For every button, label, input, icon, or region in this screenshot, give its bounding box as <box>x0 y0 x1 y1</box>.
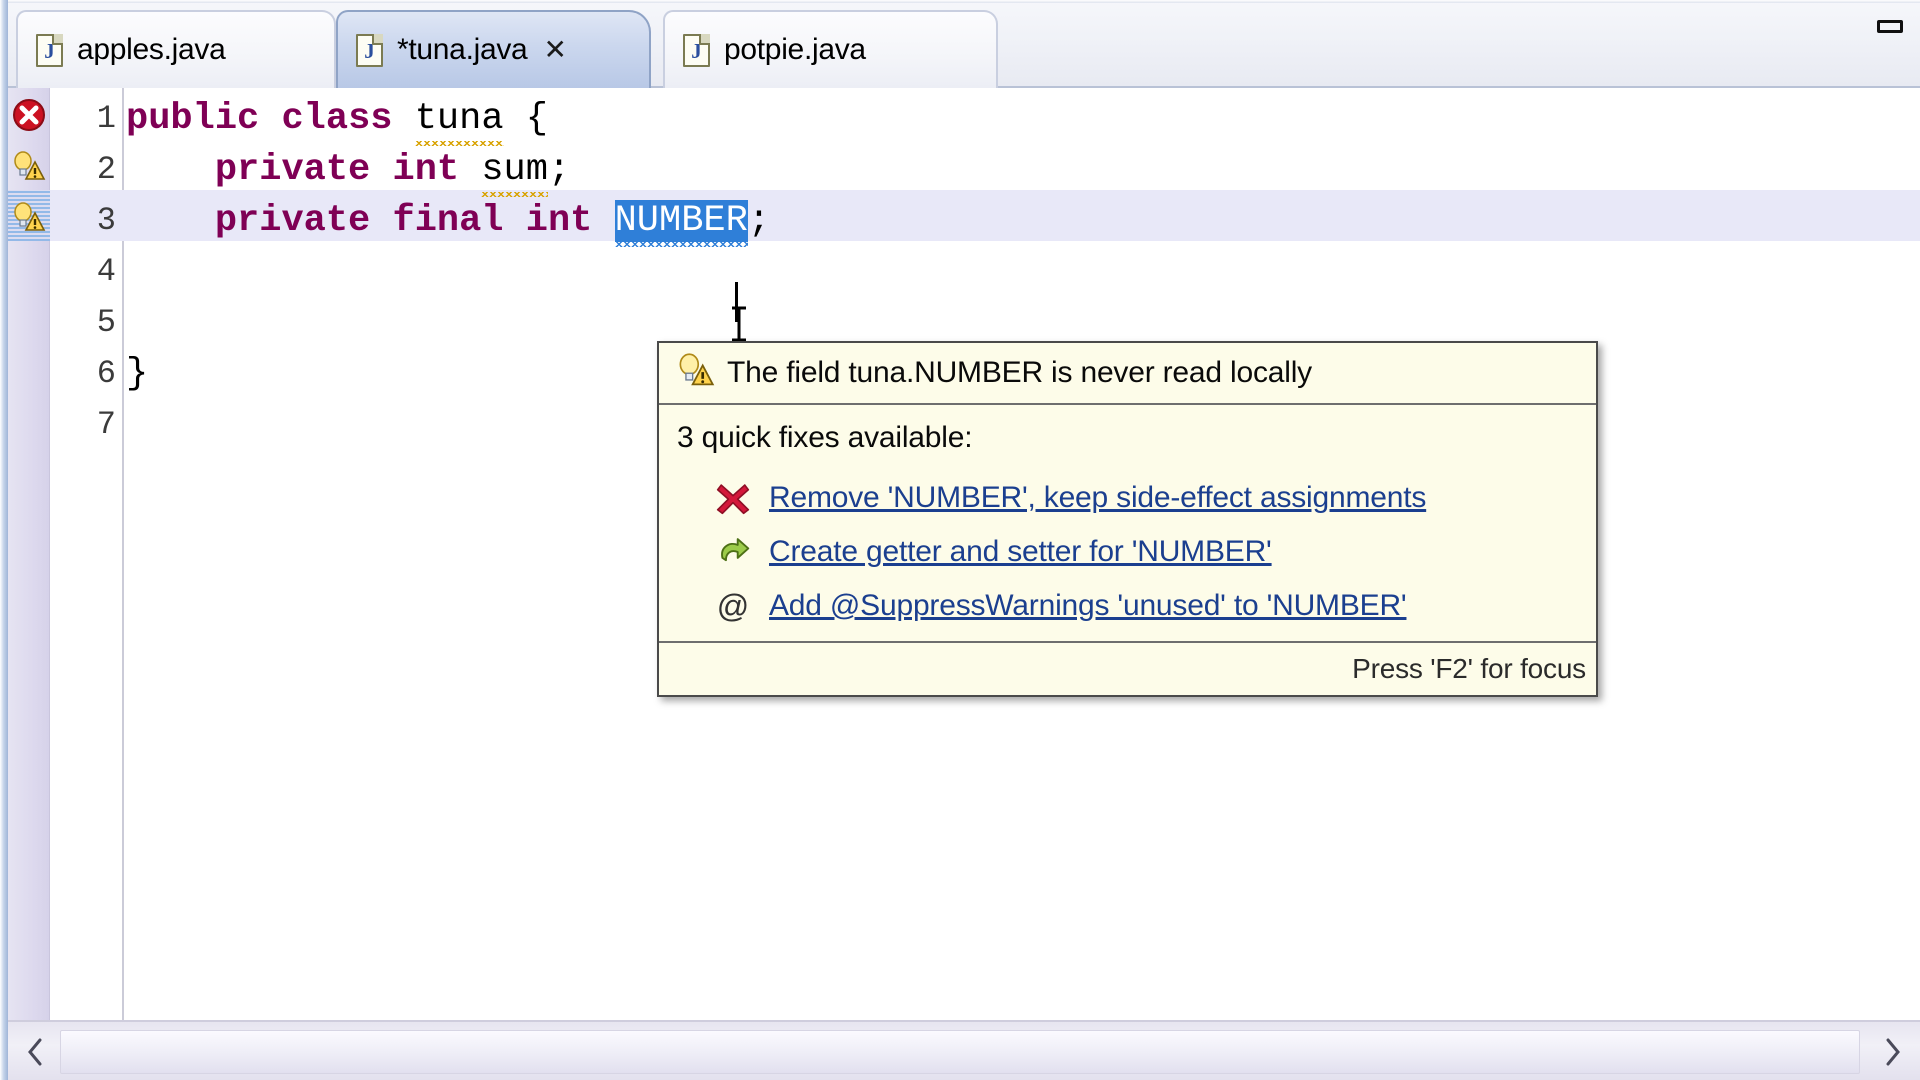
code-identifier-warning: tuna <box>414 98 504 146</box>
error-marker-icon[interactable] <box>12 98 46 132</box>
quick-fix-link[interactable]: Remove 'NUMBER', keep side-effect assign… <box>769 481 1426 515</box>
tooltip-header: The field tuna.NUMBER is never read loca… <box>659 343 1596 405</box>
code-brace: { <box>503 98 548 140</box>
code-keyword: private <box>214 200 371 242</box>
eclipse-editor-window: J apples.java J *tuna.java ✕ J potpie.ja… <box>0 0 1920 1080</box>
java-file-icon-letter: J <box>44 38 55 63</box>
java-file-icon: J <box>36 33 63 67</box>
line-number: 6 <box>96 355 116 392</box>
quick-fix-item-getter-setter[interactable]: Create getter and setter for 'NUMBER' <box>659 525 1596 579</box>
line-number: 5 <box>96 304 116 341</box>
code-semicolon: ; <box>747 200 771 242</box>
tooltip-message: The field tuna.NUMBER is never read loca… <box>727 356 1312 389</box>
warning-marker-icon[interactable] <box>12 150 46 184</box>
scrollbar-thumb[interactable] <box>60 1030 1860 1074</box>
annotation-at-icon: @ <box>716 588 750 624</box>
line-number: 7 <box>96 406 116 443</box>
code-keyword: private <box>214 149 371 191</box>
line-number: 4 <box>96 253 116 290</box>
line-number: 1 <box>96 100 116 137</box>
tooltip-body: 3 quick fixes available: Remove 'NUMBER'… <box>659 405 1596 641</box>
tab-bar-top-highlight <box>8 0 1920 3</box>
code-line-2[interactable]: private int sum; <box>126 149 571 197</box>
workbench-left-edge <box>0 0 8 1080</box>
tooltip-footer: Press 'F2' for focus <box>659 641 1596 695</box>
mouse-ibeam-cursor <box>728 306 750 342</box>
warning-marker-selected-icon[interactable] <box>12 201 46 235</box>
tab-apples-java[interactable]: J apples.java <box>16 10 336 88</box>
restore-window-icon[interactable] <box>1874 16 1908 38</box>
code-keyword: final <box>392 200 504 242</box>
editor-tab-bar: J apples.java J *tuna.java ✕ J potpie.ja… <box>8 0 1920 88</box>
quick-fix-item-suppress-warnings[interactable]: @ Add @SuppressWarnings 'unused' to 'NUM… <box>659 579 1596 633</box>
selected-identifier[interactable]: NUMBER <box>614 200 748 242</box>
delete-x-icon <box>713 478 753 518</box>
line-number: 3 <box>96 202 116 239</box>
tab-label: apples.java <box>77 33 226 66</box>
quick-fix-item-remove[interactable]: Remove 'NUMBER', keep side-effect assign… <box>659 471 1596 525</box>
horizontal-scrollbar[interactable] <box>8 1020 1920 1080</box>
scroll-left-arrow-icon[interactable] <box>16 1032 56 1072</box>
code-keyword: int <box>525 200 593 242</box>
quick-fix-link[interactable]: Create getter and setter for 'NUMBER' <box>769 535 1272 569</box>
code-line-6[interactable]: } <box>126 353 148 395</box>
code-identifier-warning: sum <box>481 149 548 197</box>
java-file-icon: J <box>683 33 710 67</box>
tab-label: *tuna.java <box>397 33 528 66</box>
code-keyword: class <box>281 98 393 140</box>
scroll-right-arrow-icon[interactable] <box>1872 1032 1912 1072</box>
code-semicolon: ; <box>547 149 571 191</box>
java-file-icon-letter: J <box>691 38 702 63</box>
java-file-icon-letter: J <box>364 38 375 63</box>
line-number: 2 <box>96 151 116 188</box>
warning-lightbulb-icon <box>677 352 715 395</box>
quick-fix-tooltip[interactable]: The field tuna.NUMBER is never read loca… <box>657 341 1598 697</box>
code-keyword: public <box>126 98 260 140</box>
tab-tuna-java[interactable]: J *tuna.java ✕ <box>336 10 651 88</box>
quick-fix-link[interactable]: Add @SuppressWarnings 'unused' to 'NUMBE… <box>769 589 1407 623</box>
green-arrow-icon <box>713 532 753 572</box>
code-line-1[interactable]: public class tuna { <box>126 98 548 146</box>
code-brace: } <box>126 353 149 395</box>
tooltip-focus-hint: Press 'F2' for focus <box>1352 653 1586 684</box>
quick-fix-count-label: 3 quick fixes available: <box>677 421 973 454</box>
tab-potpie-java[interactable]: J potpie.java <box>663 10 998 88</box>
java-file-icon: J <box>356 33 383 67</box>
code-editor[interactable]: 1 2 3 4 5 6 7 public class tuna {privat… <box>8 88 1920 1028</box>
close-icon[interactable]: ✕ <box>543 36 566 64</box>
code-line-3[interactable]: private final int NUMBER; <box>126 200 770 242</box>
tab-label: potpie.java <box>724 33 866 66</box>
code-keyword: int <box>392 149 460 191</box>
